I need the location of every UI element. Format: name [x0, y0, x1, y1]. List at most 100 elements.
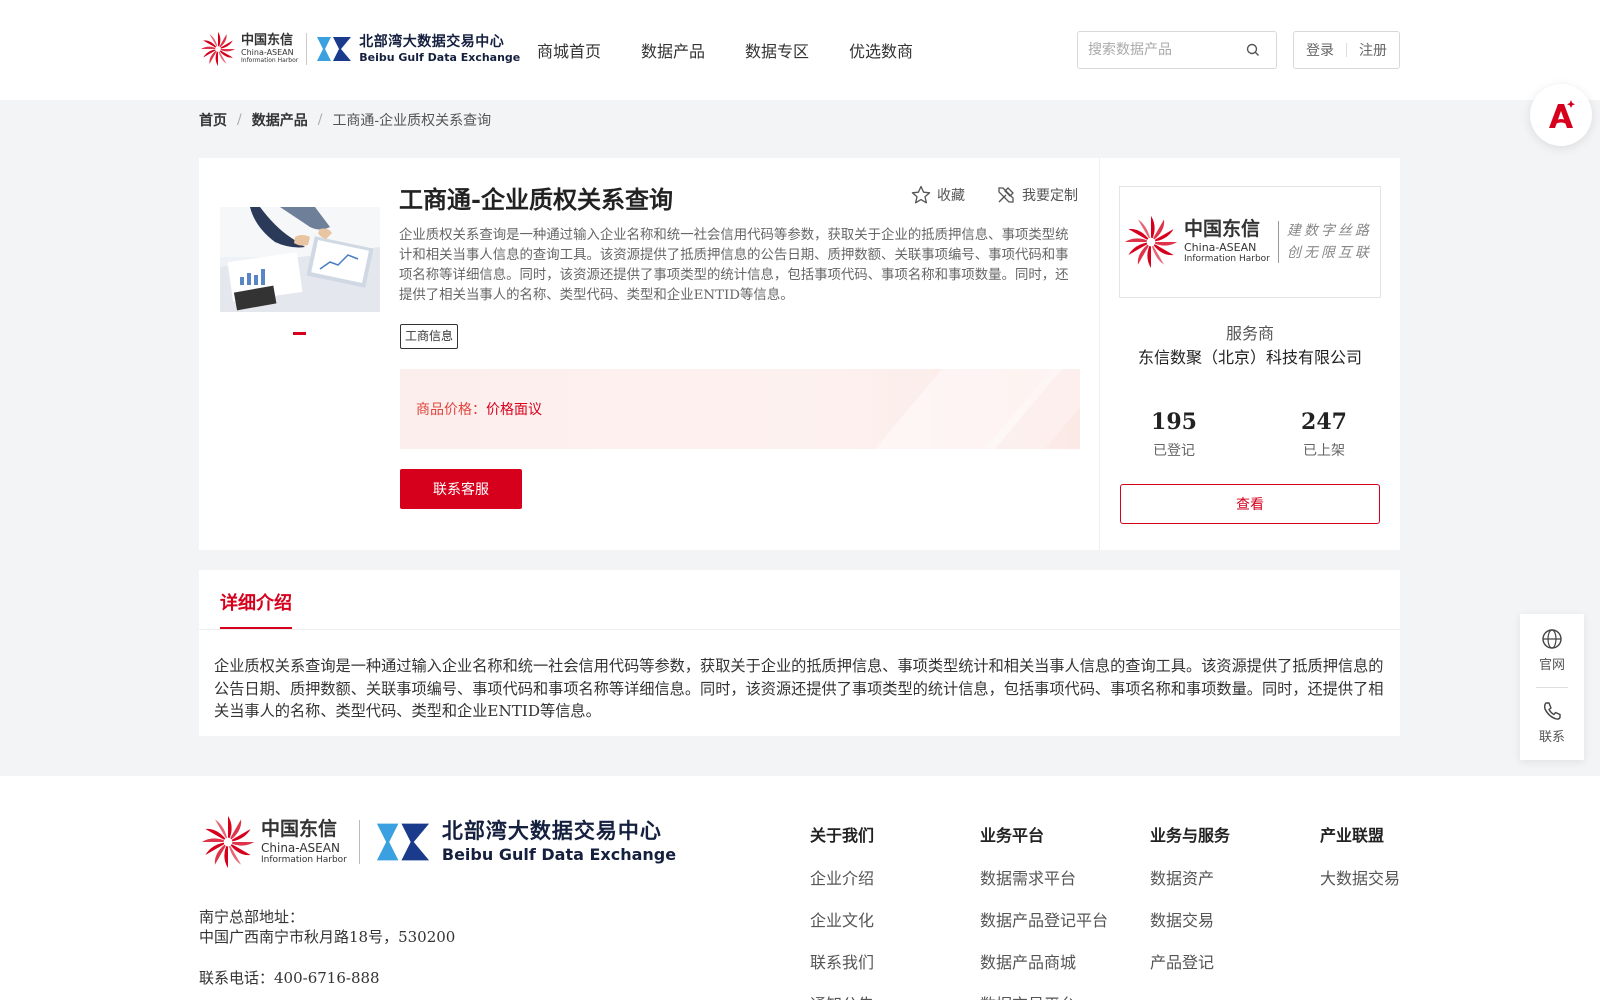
- globe-icon: [1542, 629, 1562, 649]
- footer-link[interactable]: 数据交易: [1150, 907, 1230, 931]
- footer-address: 中国广西南宁市秋月路18号，530200: [199, 928, 456, 946]
- registered-label: 已登记: [1153, 443, 1195, 459]
- slogan-line-2: 创无限互联: [1286, 245, 1372, 261]
- phone-icon: [1543, 702, 1561, 720]
- view-provider-button[interactable]: 查看: [1120, 484, 1380, 524]
- site-logo[interactable]: 中国东信 China-ASEAN Information Harbor 北部湾大…: [199, 27, 520, 71]
- product-title: 工商通-企业质权关系查询: [399, 185, 673, 214]
- tab-baseline: [199, 629, 1400, 630]
- logo-en2-text: Information Harbor: [241, 57, 299, 64]
- logo-cn-text: 中国东信: [241, 33, 294, 48]
- exchange-cn-text: 北部湾大数据交易中心: [359, 34, 505, 50]
- product-description: 企业质权关系查询是一种通过输入企业名称和统一社会信用代码等参数，获取关于企业的抵…: [399, 228, 1069, 303]
- footer-link[interactable]: 企业文化: [810, 907, 874, 931]
- footer-logo: 中国东信 China-ASEAN Information Harbor 北部湾大…: [199, 813, 676, 871]
- product-price: 商品价格：价格面议: [416, 399, 542, 419]
- footer-col-heading: 关于我们: [810, 826, 875, 845]
- side-website-button[interactable]: 官网: [1520, 628, 1584, 673]
- listed-label: 已上架: [1303, 443, 1345, 459]
- footer-col-alliance: 产业联盟 大数据交易: [1320, 822, 1400, 907]
- footer-link[interactable]: 企业介绍: [810, 865, 874, 889]
- footer-link[interactable]: 大数据交易: [1320, 865, 1400, 889]
- side-contact-label: 联系: [1538, 730, 1565, 745]
- logo-en-text: China-ASEAN: [241, 48, 294, 57]
- footer-col-about: 关于我们 企业介绍 企业文化 联系我们 通知公告: [810, 822, 874, 1000]
- footer-exchange-cn: 北部湾大数据交易中心: [441, 819, 662, 843]
- provider-logo-en2: Information Harbor: [1184, 254, 1270, 264]
- login-button[interactable]: 登录: [1294, 40, 1346, 60]
- side-panel: 官网 联系: [1520, 614, 1584, 760]
- stat-registered: 195 已登记: [1114, 408, 1234, 460]
- favorite-label: 收藏: [937, 188, 965, 204]
- ai-assistant-button[interactable]: [1530, 84, 1592, 146]
- tab-active-underline: [220, 627, 292, 629]
- nav-mall-home[interactable]: 商城首页: [537, 38, 601, 62]
- footer-link[interactable]: 数据资产: [1150, 865, 1230, 889]
- footer-link[interactable]: 数据交易平台: [980, 991, 1108, 1000]
- stat-listed: 247 已上架: [1264, 408, 1384, 460]
- search-input[interactable]: [1078, 33, 1243, 67]
- side-contact-button[interactable]: 联系: [1520, 700, 1584, 745]
- footer-col-services: 业务与服务 数据资产 数据交易 产品登记: [1150, 822, 1230, 991]
- star-icon: [911, 185, 931, 204]
- beibu-gulf-logo-icon: [315, 34, 353, 64]
- footer-logo-divider: [358, 820, 360, 864]
- breadcrumb-products[interactable]: 数据产品: [252, 110, 308, 130]
- search-icon[interactable]: [1243, 40, 1263, 60]
- favorite-button[interactable]: 收藏: [911, 185, 965, 205]
- footer-link[interactable]: 数据产品登记平台: [980, 907, 1108, 931]
- category-tag: 工商信息: [400, 324, 459, 349]
- footer-link[interactable]: 数据需求平台: [980, 865, 1108, 889]
- card-divider: [1099, 158, 1100, 550]
- nav-data-products[interactable]: 数据产品: [641, 38, 705, 62]
- footer-col-platform: 业务平台 数据需求平台 数据产品登记平台 数据产品商城 数据交易平台: [980, 822, 1108, 1000]
- price-value: 价格面议: [486, 402, 542, 418]
- ai-assistant-icon: [1549, 100, 1575, 128]
- footer-link[interactable]: 联系我们: [810, 949, 874, 973]
- footer-col-heading: 产业联盟: [1320, 826, 1385, 845]
- footer-col-heading: 业务与服务: [1150, 826, 1231, 845]
- contact-service-button[interactable]: 联系客服: [400, 469, 522, 509]
- footer-link[interactable]: 通知公告: [810, 991, 874, 1000]
- register-button[interactable]: 注册: [1347, 40, 1399, 60]
- china-asean-logo-icon: [199, 813, 257, 871]
- detail-text: 企业质权关系查询是一种通过输入企业名称和统一社会信用代码等参数，获取关于企业的抵…: [214, 657, 1384, 720]
- footer-logo-cn: 中国东信: [261, 817, 338, 840]
- provider-logo-divider: [1277, 221, 1279, 263]
- customize-button[interactable]: 我要定制: [996, 185, 1078, 205]
- price-label: 商品价格：: [416, 402, 486, 418]
- breadcrumb-separator: /: [317, 112, 323, 128]
- slogan-line-1: 建数字丝路: [1286, 223, 1372, 239]
- footer-link[interactable]: 数据产品商城: [980, 949, 1108, 973]
- nav-data-zone[interactable]: 数据专区: [745, 38, 809, 62]
- footer-link[interactable]: 产品登记: [1150, 949, 1230, 973]
- footer-phone: 联系电话：400-6716-888: [199, 969, 380, 987]
- registered-count: 195: [1151, 409, 1197, 435]
- provider-slogan: 建数字丝路 创无限互联: [1287, 220, 1372, 264]
- tab-detail-intro[interactable]: 详细介绍: [220, 589, 292, 615]
- footer-logo-en: China-ASEAN: [261, 840, 340, 855]
- breadcrumb-home[interactable]: 首页: [199, 110, 227, 130]
- listed-count: 247: [1301, 409, 1347, 435]
- breadcrumb-separator: /: [237, 112, 242, 128]
- footer-logo-en2: Information Harbor: [261, 854, 347, 865]
- breadcrumb-current: 工商通-企业质权关系查询: [332, 113, 492, 129]
- provider-name: 东信数聚（北京）科技有限公司: [1137, 348, 1362, 367]
- provider-label: 服务商: [1225, 324, 1274, 343]
- carousel-indicator[interactable]: [293, 332, 306, 335]
- main-nav: 商城首页 数据产品 数据专区 优选数商: [537, 38, 913, 62]
- provider-logo-cn: 中国东信: [1184, 218, 1261, 240]
- search-box: [1077, 31, 1277, 69]
- product-image[interactable]: [220, 207, 380, 312]
- china-asean-logo-icon: [1122, 213, 1180, 271]
- tools-icon: [998, 187, 1014, 203]
- side-website-label: 官网: [1538, 658, 1565, 673]
- footer-col-heading: 业务平台: [980, 826, 1045, 845]
- china-asean-logo-icon: [199, 30, 237, 68]
- side-divider: [1536, 687, 1568, 688]
- footer-exchange-en: Beibu Gulf Data Exchange: [441, 845, 677, 864]
- breadcrumb: 首页 / 数据产品 / 工商通-企业质权关系查询: [199, 100, 491, 140]
- provider-logo: 中国东信 China-ASEAN Information Harbor 建数字丝…: [1119, 186, 1381, 298]
- logo-divider: [306, 33, 308, 65]
- nav-preferred-merchants[interactable]: 优选数商: [849, 38, 913, 62]
